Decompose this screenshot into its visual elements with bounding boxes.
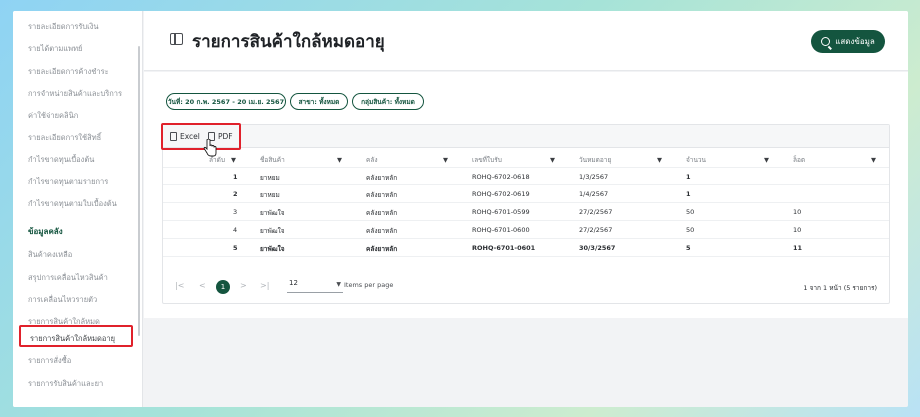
show-data-label: แสดงข้อมูล	[835, 37, 875, 46]
sidebar-item-label: รายการสินค้าใกล้หมดอายุ	[30, 334, 116, 343]
sidebar-item-purchase-orders[interactable]: รายการสั่งซื้อ	[28, 355, 71, 367]
cell-product: ยาหยม	[260, 174, 280, 182]
cell-product: ยาพัฒใจ	[260, 245, 285, 253]
cell-warehouse: คลังยาหลัก	[366, 191, 398, 199]
cell-warehouse: คลังยาหลัก	[366, 174, 398, 182]
sidebar-item-outstanding[interactable]: รายละเอียดการค้างชำระ	[28, 66, 109, 78]
page-title: รายการสินค้าใกล้หมดอายุ	[192, 32, 385, 52]
excel-file-icon	[170, 132, 177, 141]
sidebar-item-rights-usage[interactable]: รายละเอียดการใช้สิทธิ์	[28, 132, 101, 144]
cell-expiry: 1/4/2567	[579, 190, 609, 198]
sidebar-item-sales[interactable]: การจำหน่ายสินค้าและบริการ	[28, 88, 122, 100]
sidebar-item-basic-profit[interactable]: กำไรขาดทุนเบื้องต้น	[28, 154, 94, 166]
cell-warehouse: คลังยาหลัก	[366, 245, 398, 253]
cell-receipt-no: ROHQ-6701-0600	[472, 226, 530, 234]
table-row[interactable]: 1 ยาหยม คลังยาหลัก ROHQ-6702-0618 1/3/25…	[163, 167, 889, 185]
cell-quantity: 5	[686, 244, 691, 252]
sidebar-section-inventory: ข้อมูลคลัง	[28, 227, 63, 236]
sort-down-icon[interactable]: ▼	[764, 156, 769, 164]
table-row[interactable]: 4 ยาพัฒใจ คลังยาหลัก ROHQ-6701-0600 27/2…	[163, 221, 889, 239]
column-header-quantity[interactable]: จำนวน	[686, 155, 706, 165]
cell-quantity: 50	[686, 226, 695, 234]
sidebar-item-item-movement[interactable]: การเคลื่อนไหวรายตัว	[28, 294, 97, 306]
table-row[interactable]: 3 ยาพัฒใจ คลังยาหลัก ROHQ-6701-0599 27/2…	[163, 203, 889, 221]
main-content: วันที่: 20 ก.พ. 2567 - 20 เม.ย. 2567 สาข…	[144, 72, 908, 318]
sidebar-item-stock-balance[interactable]: สินค้าคงเหลือ	[28, 249, 72, 261]
sort-down-icon[interactable]: ▼	[657, 156, 662, 164]
sidebar-item-movement-summary[interactable]: สรุปการเคลื่อนไหวสินค้า	[28, 272, 108, 284]
first-page-button[interactable]: |<	[175, 281, 184, 290]
table-row[interactable]: 5 ยาพัฒใจ คลังยาหลัก ROHQ-6701-0601 30/3…	[163, 239, 889, 257]
export-pdf-label: PDF	[218, 132, 233, 141]
sidebar-item-doctor-income[interactable]: รายได้ตามแพทย์	[28, 43, 82, 55]
cell-expiry: 27/2/2567	[579, 226, 613, 234]
sort-down-icon[interactable]: ▼	[443, 156, 448, 164]
app-window: รายละเอียดการรับเงิน รายได้ตามแพทย์ รายล…	[13, 11, 908, 407]
show-data-button[interactable]: แสดงข้อมูล	[811, 30, 885, 53]
page-range-text: 1 จาก 1 หน้า (5 รายการ)	[803, 284, 877, 292]
sort-down-icon[interactable]: ▼	[871, 156, 876, 164]
sidebar-item-profit-by-receipt[interactable]: กำไรขาดทุนตามใบเบื้องต้น	[28, 198, 117, 210]
sidebar: รายละเอียดการรับเงิน รายได้ตามแพทย์ รายล…	[13, 11, 143, 407]
current-page-button[interactable]: 1	[216, 280, 230, 294]
column-header-product[interactable]: ชื่อสินค้า	[260, 155, 285, 165]
cell-quantity: 50	[686, 208, 695, 216]
cell-order: 3	[233, 208, 238, 216]
filter-chip-date[interactable]: วันที่: 20 ก.พ. 2567 - 20 เม.ย. 2567	[166, 93, 286, 110]
export-excel-label: Excel	[180, 132, 200, 141]
book-icon	[170, 33, 183, 45]
cell-expiry: 27/2/2567	[579, 208, 613, 216]
sidebar-item-profit-by-item[interactable]: กำไรขาดทุนตามรายการ	[28, 176, 108, 188]
export-excel-button[interactable]: Excel	[170, 132, 200, 141]
cell-order: 1	[233, 173, 238, 181]
export-toolbar: Excel PDF	[161, 123, 889, 157]
prev-page-button[interactable]: <	[199, 281, 206, 290]
column-header-receipt-no[interactable]: เลขที่ใบรับ	[472, 155, 502, 165]
chevron-down-icon: ▼	[336, 281, 341, 288]
cell-receipt-no: ROHQ-6702-0618	[472, 173, 530, 181]
items-per-page-label: Items per page	[344, 281, 394, 289]
sort-down-icon[interactable]: ▼	[550, 156, 555, 164]
cell-expiry: 30/3/2567	[579, 244, 616, 252]
filter-chip-branch[interactable]: สาขา: ทั้งหมด	[290, 93, 348, 110]
filter-chip-group[interactable]: กลุ่มสินค้า: ทั้งหมด	[352, 93, 424, 110]
column-header-lot[interactable]: ล็อต	[793, 155, 805, 165]
pagination: |< < 1 > >| 12 ▼ Items per page 1 จาก 1 …	[163, 273, 889, 301]
cell-lot: 10	[793, 226, 802, 234]
table-row[interactable]: 2 ยาหยม คลังยาหลัก ROHQ-6702-0619 1/4/25…	[163, 185, 889, 203]
cell-warehouse: คลังยาหลัก	[366, 209, 398, 217]
cell-product: ยาหยม	[260, 191, 280, 199]
cell-quantity: 1	[686, 173, 691, 181]
sort-down-icon[interactable]: ▼	[231, 156, 236, 164]
sidebar-item-payment-detail[interactable]: รายละเอียดการรับเงิน	[28, 21, 99, 33]
column-header-warehouse[interactable]: คลัง	[366, 155, 378, 165]
cell-expiry: 1/3/2567	[579, 173, 609, 181]
cell-product: ยาพัฒใจ	[260, 227, 285, 235]
column-header-expiry[interactable]: วันหมดอายุ	[579, 155, 611, 165]
cell-warehouse: คลังยาหลัก	[366, 227, 398, 235]
sidebar-item-goods-receipt[interactable]: รายการรับสินค้าและยา	[28, 378, 103, 390]
cell-receipt-no: ROHQ-6701-0599	[472, 208, 530, 216]
sort-down-icon[interactable]: ▼	[337, 156, 342, 164]
last-page-button[interactable]: >|	[260, 281, 269, 290]
data-table: Excel PDF ลำดับ ▼ ชื่อสินค้า ▼ คลัง ▼ เล…	[161, 123, 890, 304]
cell-order: 4	[233, 226, 238, 234]
cell-quantity: 1	[686, 190, 691, 198]
sidebar-item-clinic-expenses[interactable]: ค่าใช้จ่ายคลินิก	[28, 110, 78, 122]
items-per-page-value: 12	[289, 279, 298, 287]
cell-lot: 10	[793, 208, 802, 216]
page-header: รายการสินค้าใกล้หมดอายุ แสดงข้อมูล	[144, 11, 908, 71]
cell-lot: 11	[793, 244, 803, 252]
cell-order: 2	[233, 190, 238, 198]
search-icon	[821, 37, 831, 46]
items-per-page-select[interactable]: 12 ▼	[287, 279, 343, 293]
sidebar-item-near-expiry[interactable]: รายการสินค้าใกล้หมดอายุ	[19, 325, 133, 347]
cell-receipt-no: ROHQ-6702-0619	[472, 190, 530, 198]
cell-order: 5	[233, 244, 238, 252]
cell-product: ยาพัฒใจ	[260, 209, 285, 217]
column-header-order[interactable]: ลำดับ	[209, 155, 225, 165]
cell-receipt-no: ROHQ-6701-0601	[472, 244, 536, 252]
next-page-button[interactable]: >	[240, 281, 247, 290]
sidebar-scrollbar[interactable]	[138, 46, 140, 336]
